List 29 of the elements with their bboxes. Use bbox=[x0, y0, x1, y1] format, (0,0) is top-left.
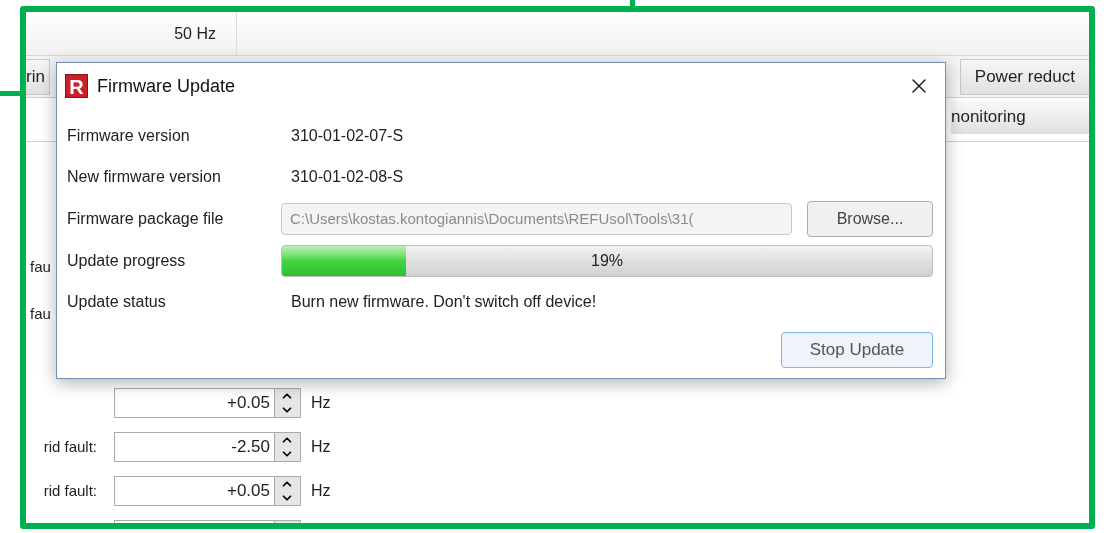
row-label: Firmware package file bbox=[67, 209, 225, 229]
dialog-title: Firmware Update bbox=[97, 74, 236, 98]
row-value: 310-01-02-08-S bbox=[291, 166, 404, 187]
number-spinner[interactable]: +0.05 bbox=[114, 388, 301, 418]
number-spinner[interactable]: +0.05 bbox=[114, 476, 301, 506]
field-label: rid fault: bbox=[43, 436, 97, 457]
row-label: Update progress bbox=[67, 251, 187, 271]
unit-label: Hz bbox=[311, 393, 331, 413]
row-label: Firmware version bbox=[67, 125, 191, 146]
tab[interactable]: Power reduct bbox=[959, 58, 1089, 95]
spinner-value: +0.05 bbox=[226, 480, 271, 502]
row-value: Burn new firmware. Don't switch off device! bbox=[291, 291, 597, 312]
field-label: fau bbox=[30, 304, 51, 323]
number-spinner[interactable]: -2.50 bbox=[114, 432, 301, 462]
app-logo: R bbox=[65, 74, 88, 98]
spinner-value: -2.50 bbox=[230, 436, 271, 458]
tab[interactable]: rin bbox=[26, 58, 50, 95]
field-label: fau bbox=[30, 257, 51, 276]
unit-label: Hz bbox=[311, 437, 331, 457]
unit-label: Hz bbox=[311, 481, 331, 501]
spinner-value: +0.05 bbox=[226, 392, 271, 414]
stop-update-button[interactable]: Stop Update bbox=[781, 332, 933, 368]
sub-tab[interactable]: nonitoring bbox=[951, 100, 1089, 134]
frequency-cell-text: 50 Hz bbox=[174, 23, 216, 44]
row-value: 310-01-02-07-S bbox=[291, 125, 404, 146]
row-label: Update status bbox=[67, 291, 167, 312]
row-label: New firmware version bbox=[67, 166, 222, 187]
progress-reading: 19% bbox=[590, 251, 624, 271]
field-label: rid fault: bbox=[43, 480, 97, 501]
